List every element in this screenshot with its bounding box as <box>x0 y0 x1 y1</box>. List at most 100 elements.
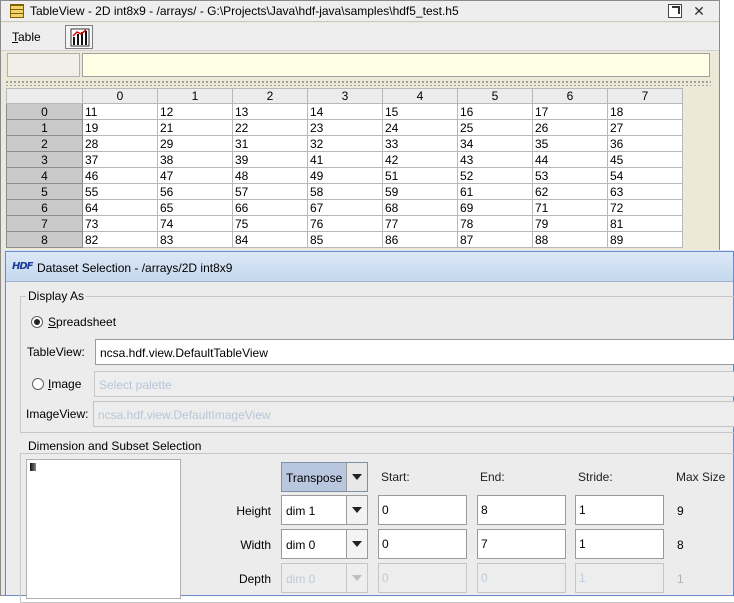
table-cell[interactable]: 54 <box>607 167 683 184</box>
table-cell[interactable]: 47 <box>157 167 233 184</box>
depth-dim-combo[interactable]: dim 0 <box>281 563 368 593</box>
column-header[interactable]: 6 <box>532 88 608 104</box>
table-cell[interactable]: 26 <box>532 119 608 136</box>
table-cell[interactable]: 55 <box>82 183 158 200</box>
spreadsheet-label[interactable]: Spreadsheet <box>48 315 116 329</box>
tableview-titlebar[interactable]: TableView - 2D int8x9 - /arrays/ - G:\Pr… <box>1 1 719 22</box>
table-cell[interactable]: 68 <box>382 199 458 216</box>
palette-select[interactable]: Select palette <box>94 371 734 397</box>
maximize-icon[interactable] <box>668 4 682 18</box>
table-cell[interactable]: 51 <box>382 167 458 184</box>
table-cell[interactable]: 14 <box>307 103 383 120</box>
table-cell[interactable]: 77 <box>382 215 458 232</box>
dropdown-arrow-icon[interactable] <box>346 463 367 491</box>
table-cell[interactable]: 69 <box>457 199 533 216</box>
table-cell[interactable]: 57 <box>232 183 308 200</box>
table-cell[interactable]: 15 <box>382 103 458 120</box>
table-cell[interactable]: 71 <box>532 199 608 216</box>
table-cell[interactable]: 83 <box>157 231 233 248</box>
row-header[interactable]: 6 <box>6 199 83 216</box>
table-cell[interactable]: 37 <box>82 151 158 168</box>
table-cell[interactable]: 29 <box>157 135 233 152</box>
table-cell[interactable]: 41 <box>307 151 383 168</box>
table-cell[interactable]: 61 <box>457 183 533 200</box>
tableview-field[interactable]: ncsa.hdf.view.DefaultTableView <box>95 339 734 365</box>
table-cell[interactable]: 75 <box>232 215 308 232</box>
row-header[interactable]: 7 <box>6 215 83 232</box>
table-cell[interactable]: 38 <box>157 151 233 168</box>
table-cell[interactable]: 49 <box>307 167 383 184</box>
width-stride-field[interactable]: 1 <box>575 529 664 559</box>
column-header[interactable]: 5 <box>457 88 533 104</box>
table-cell[interactable]: 35 <box>532 135 608 152</box>
table-cell[interactable]: 88 <box>532 231 608 248</box>
dialog-titlebar[interactable]: HDF Dataset Selection - /arrays/2D int8x… <box>6 252 733 282</box>
table-cell[interactable]: 52 <box>457 167 533 184</box>
table-cell[interactable]: 53 <box>532 167 608 184</box>
row-header[interactable]: 4 <box>6 167 83 184</box>
table-cell[interactable]: 31 <box>232 135 308 152</box>
row-header[interactable]: 2 <box>6 135 83 152</box>
table-cell[interactable]: 24 <box>382 119 458 136</box>
table-cell[interactable]: 11 <box>82 103 158 120</box>
table-cell[interactable]: 87 <box>457 231 533 248</box>
depth-stride-field[interactable]: 1 <box>575 563 664 593</box>
dropdown-arrow-icon[interactable] <box>346 496 367 524</box>
table-cell[interactable]: 33 <box>382 135 458 152</box>
table-cell[interactable]: 56 <box>157 183 233 200</box>
column-header[interactable]: 4 <box>382 88 458 104</box>
image-label[interactable]: Image <box>48 377 81 391</box>
table-cell[interactable]: 36 <box>607 135 683 152</box>
width-dim-combo[interactable]: dim 0 <box>281 529 368 559</box>
depth-start-field[interactable]: 0 <box>378 563 467 593</box>
dropdown-arrow-icon[interactable] <box>346 564 367 592</box>
table-cell[interactable]: 59 <box>382 183 458 200</box>
cell-value-field[interactable] <box>82 53 710 77</box>
height-dim-combo[interactable]: dim 1 <box>281 495 368 525</box>
spreadsheet-radio[interactable] <box>31 316 43 328</box>
close-icon[interactable]: ✕ <box>691 3 707 19</box>
table-cell[interactable]: 16 <box>457 103 533 120</box>
table-cell[interactable]: 64 <box>82 199 158 216</box>
table-cell[interactable]: 27 <box>607 119 683 136</box>
table-cell[interactable]: 28 <box>82 135 158 152</box>
table-cell[interactable]: 12 <box>157 103 233 120</box>
depth-end-field[interactable]: 0 <box>477 563 566 593</box>
table-cell[interactable]: 73 <box>82 215 158 232</box>
column-header[interactable]: 7 <box>607 88 683 104</box>
table-cell[interactable]: 22 <box>232 119 308 136</box>
row-header[interactable]: 5 <box>6 183 83 200</box>
row-header[interactable]: 1 <box>6 119 83 136</box>
column-header[interactable]: 1 <box>157 88 233 104</box>
table-cell[interactable]: 39 <box>232 151 308 168</box>
table-cell[interactable]: 17 <box>532 103 608 120</box>
table-cell[interactable]: 62 <box>532 183 608 200</box>
column-header[interactable]: 2 <box>232 88 308 104</box>
table-cell[interactable]: 13 <box>232 103 308 120</box>
table-cell[interactable]: 82 <box>82 231 158 248</box>
table-cell[interactable]: 23 <box>307 119 383 136</box>
height-start-field[interactable]: 0 <box>378 495 467 525</box>
table-cell[interactable]: 67 <box>307 199 383 216</box>
table-cell[interactable]: 89 <box>607 231 683 248</box>
table-cell[interactable]: 76 <box>307 215 383 232</box>
table-cell[interactable]: 74 <box>157 215 233 232</box>
table-cell[interactable]: 21 <box>157 119 233 136</box>
table-cell[interactable]: 63 <box>607 183 683 200</box>
image-radio[interactable] <box>32 378 44 390</box>
chart-button[interactable] <box>65 25 93 49</box>
table-cell[interactable]: 86 <box>382 231 458 248</box>
table-cell[interactable]: 66 <box>232 199 308 216</box>
width-start-field[interactable]: 0 <box>378 529 467 559</box>
row-header[interactable]: 3 <box>6 151 83 168</box>
table-cell[interactable]: 72 <box>607 199 683 216</box>
transpose-combo[interactable]: Transpose <box>281 462 368 492</box>
table-cell[interactable]: 85 <box>307 231 383 248</box>
table-cell[interactable]: 65 <box>157 199 233 216</box>
column-header[interactable]: 3 <box>307 88 383 104</box>
height-stride-field[interactable]: 1 <box>575 495 664 525</box>
split-pane-divider[interactable] <box>5 80 711 86</box>
table-cell[interactable]: 43 <box>457 151 533 168</box>
width-end-field[interactable]: 7 <box>477 529 566 559</box>
subset-preview[interactable] <box>26 459 181 599</box>
